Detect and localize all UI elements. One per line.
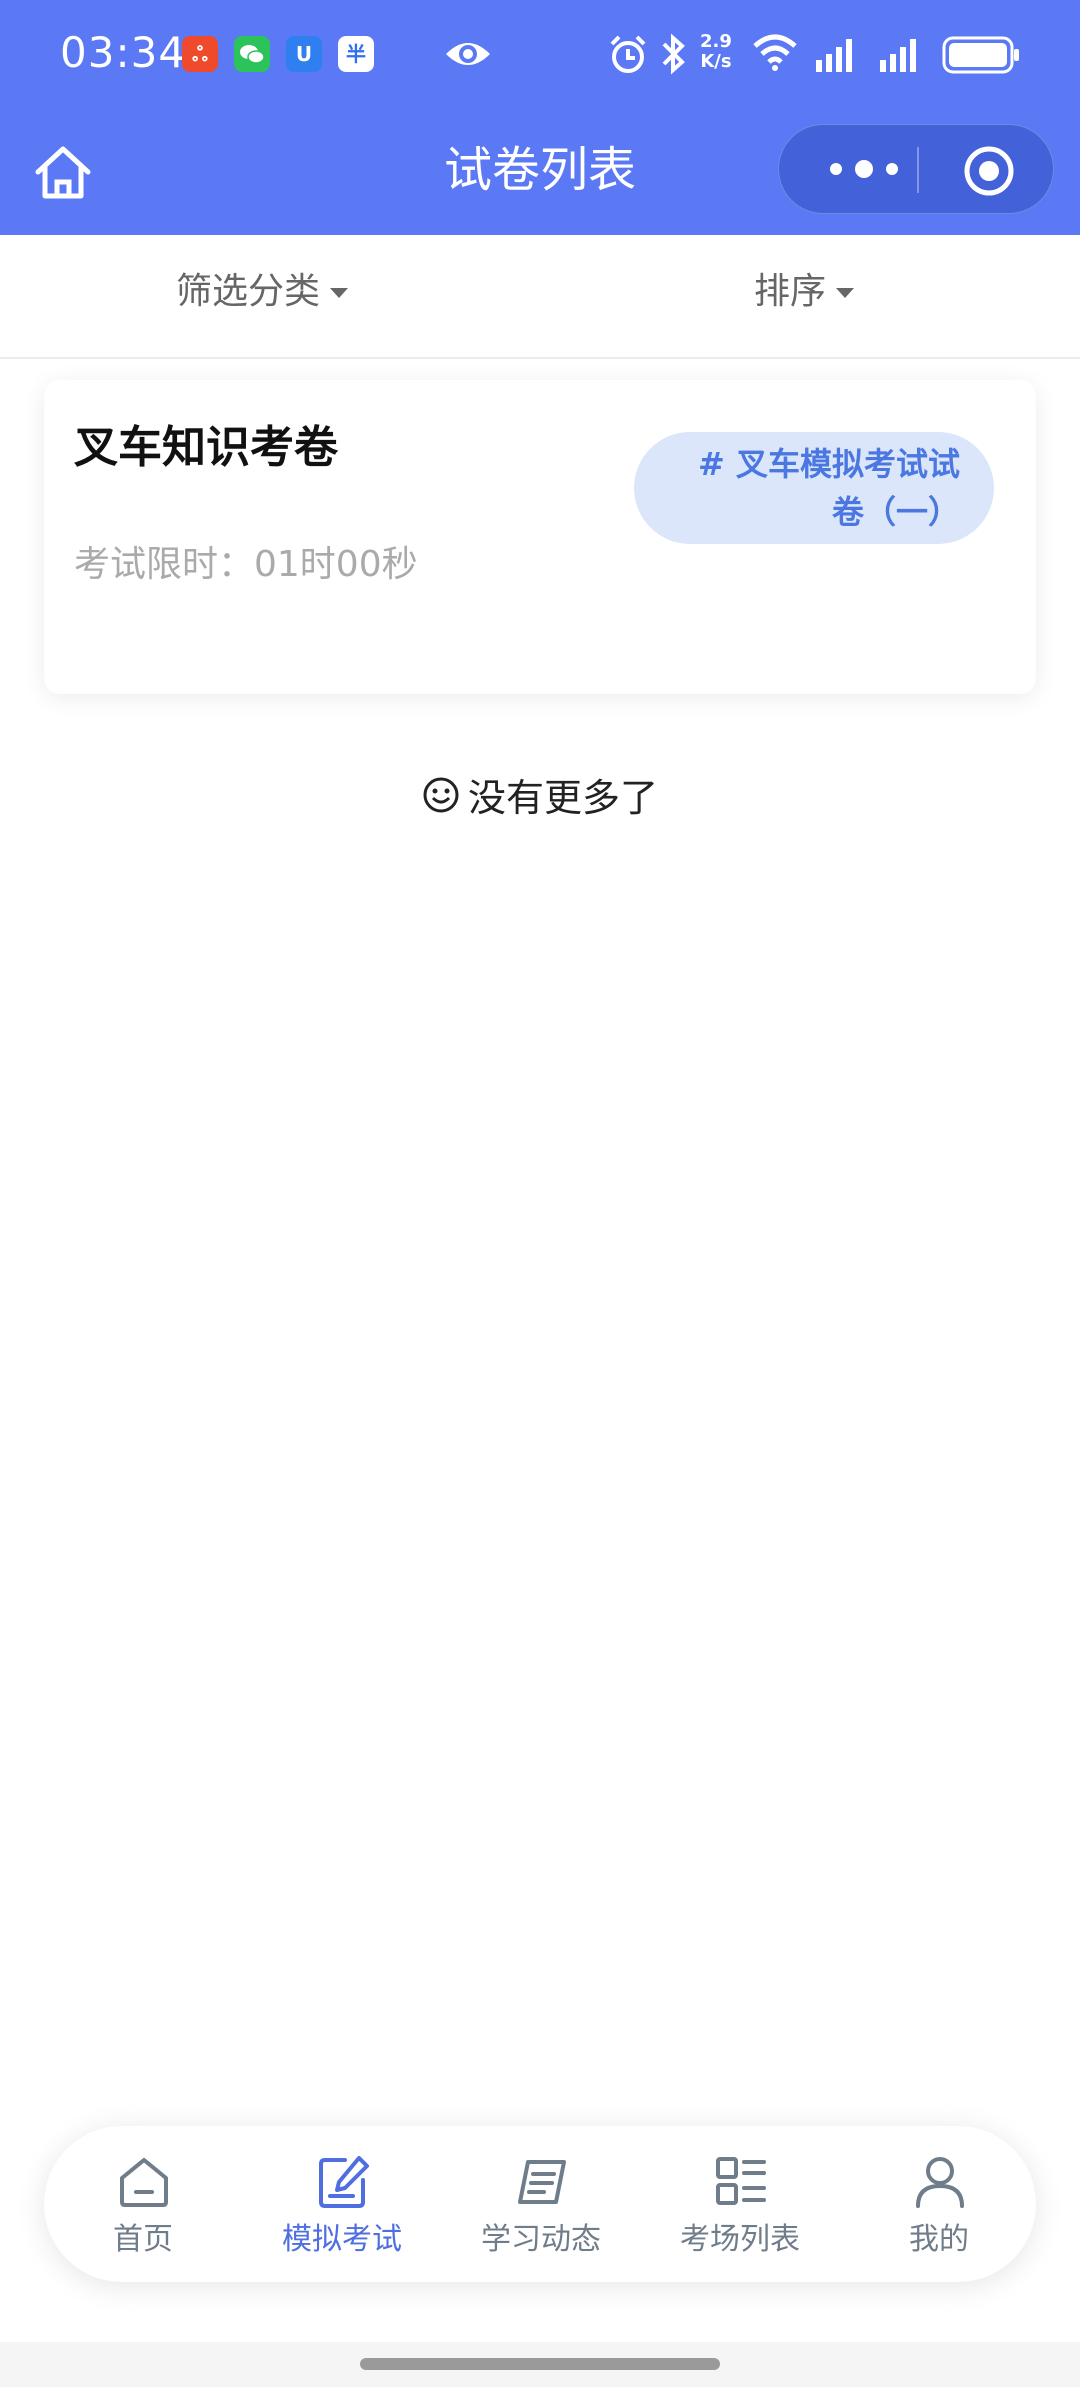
sort-filter-label: 排序 — [754, 271, 827, 312]
tab-mine[interactable]: 我的 — [840, 2126, 1038, 2282]
exam-tag-line2: 卷（一） — [831, 493, 960, 531]
status-bar: 03:34 ஃ U 半 2.9 K/s — [0, 0, 1080, 110]
exam-time-limit: 考试限时：01时00秒 — [74, 544, 418, 585]
smile-icon — [422, 773, 460, 829]
edit-note-icon — [315, 2154, 371, 2210]
document-list-icon — [514, 2154, 570, 2210]
tab-mine-label: 我的 — [909, 2222, 969, 2257]
caret-down-icon — [836, 288, 855, 298]
wechat-icon — [234, 36, 270, 72]
xiaohongshu-icon: ஃ — [182, 36, 218, 72]
net-speed-unit: K/s — [700, 51, 732, 72]
net-speed-value: 2.9 — [700, 31, 732, 52]
home-indicator[interactable] — [360, 2358, 720, 2370]
category-filter-label: 筛选分类 — [176, 271, 321, 312]
tab-study-feed[interactable]: 学习动态 — [442, 2126, 640, 2282]
bottom-tab-bar: 首页 模拟考试 学习动态 考场列表 我的 — [44, 2126, 1036, 2282]
target-icon[interactable] — [963, 145, 1015, 197]
category-filter[interactable]: 筛选分类 — [176, 267, 349, 317]
u-app-icon: U — [286, 36, 322, 72]
alarm-icon — [608, 34, 648, 80]
exam-tag-line1: # 叉车模拟考试试 — [698, 445, 960, 483]
sort-filter[interactable]: 排序 — [754, 267, 855, 317]
exam-tag[interactable]: # 叉车模拟考试试 卷（一） — [634, 432, 994, 544]
more-dots-icon[interactable] — [819, 151, 909, 187]
top-header: 03:34 ஃ U 半 2.9 K/s 试卷列表 — [0, 0, 1080, 235]
tab-exam-room-list[interactable]: 考场列表 — [641, 2126, 839, 2282]
grid-list-icon — [713, 2154, 769, 2210]
list-end-text: 没有更多了 — [467, 776, 658, 820]
exam-card[interactable]: 叉车知识考卷 考试限时：01时00秒 # 叉车模拟考试试 卷（一） — [44, 380, 1036, 694]
battery-icon — [942, 36, 1022, 78]
tab-home[interactable]: 首页 — [44, 2126, 242, 2282]
navigation-bar: 试卷列表 — [0, 120, 1080, 220]
eye-icon — [444, 34, 492, 78]
exam-title: 叉车知识考卷 — [74, 422, 338, 473]
wifi-icon — [752, 34, 798, 76]
list-end: 没有更多了 — [0, 770, 1080, 829]
status-time: 03:34 — [60, 28, 187, 77]
tab-mock-exam[interactable]: 模拟考试 — [243, 2126, 441, 2282]
tab-exam-room-list-label: 考场列表 — [680, 2222, 800, 2257]
filter-bar: 筛选分类 排序 — [0, 235, 1080, 359]
tab-study-feed-label: 学习动态 — [481, 2222, 601, 2257]
shopping-app-icon: 半 — [338, 36, 374, 72]
caret-down-icon — [330, 288, 349, 298]
tab-home-label: 首页 — [113, 2222, 173, 2257]
net-speed: 2.9 K/s — [700, 32, 732, 72]
miniprogram-capsule — [778, 124, 1054, 214]
bluetooth-icon — [660, 32, 688, 80]
home-icon — [116, 2154, 172, 2210]
user-icon — [912, 2154, 968, 2210]
capsule-divider — [917, 147, 919, 193]
signal-icon — [878, 36, 924, 76]
signal-icon — [814, 36, 860, 76]
tab-mock-exam-label: 模拟考试 — [282, 2222, 402, 2257]
